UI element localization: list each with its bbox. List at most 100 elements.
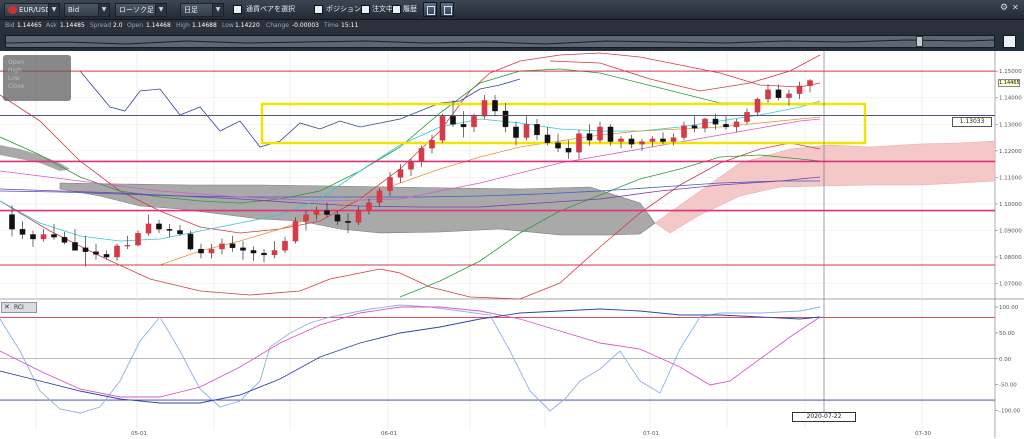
price-type-dropdown[interactable]: Bid ▼ bbox=[64, 3, 110, 17]
indicator-lines bbox=[0, 52, 821, 300]
x-tick-05-01: 05-01 bbox=[131, 431, 147, 437]
candle-up bbox=[576, 133, 582, 153]
candle-down bbox=[166, 229, 173, 231]
candle-down bbox=[250, 250, 257, 254]
candle-up bbox=[481, 100, 488, 117]
candle-down bbox=[177, 230, 183, 235]
position-checkbox[interactable] bbox=[314, 5, 323, 14]
high-label: High bbox=[176, 22, 190, 29]
cloud-bull-area bbox=[654, 140, 996, 234]
candle-down bbox=[492, 100, 498, 112]
crosshair-date-tag: 2020-07-22 bbox=[792, 412, 856, 422]
candle-down bbox=[30, 234, 36, 240]
candle-up bbox=[702, 118, 708, 129]
toolbar: EUR/USD ▼ Bid ▼ ローソク足 ▼ 日足 ▼ 通貨ペアを選択 ポジシ… bbox=[0, 0, 1024, 20]
candle-up bbox=[135, 232, 141, 246]
candle-down bbox=[534, 124, 540, 136]
candle-down bbox=[586, 133, 593, 141]
rci-tick-label: 100.00 bbox=[999, 305, 1019, 311]
price-tick-label: 1.09000 bbox=[999, 228, 1022, 234]
candle-down bbox=[324, 210, 330, 215]
position-label: ポジション bbox=[326, 5, 361, 13]
period-value: 日足 bbox=[184, 6, 198, 14]
candle-up bbox=[786, 93, 792, 98]
price-tick-label: 1.07000 bbox=[999, 282, 1022, 288]
rci-panel-tab[interactable]: ✕ RCI bbox=[1, 302, 37, 313]
change-value: -0.00003 bbox=[292, 22, 319, 29]
candle-down bbox=[513, 126, 519, 138]
candle-up bbox=[376, 190, 383, 203]
candle-down bbox=[691, 125, 698, 129]
candle-up bbox=[397, 169, 404, 178]
candle-up bbox=[124, 244, 131, 247]
candle-down bbox=[723, 124, 729, 128]
bid-value: 1.14465 bbox=[17, 22, 42, 29]
bid-label: Bid bbox=[5, 22, 15, 29]
indicator-line-3 bbox=[0, 68, 821, 204]
close-icon[interactable]: ✕ bbox=[4, 303, 10, 312]
chevron-down-icon: ▼ bbox=[98, 4, 109, 16]
candle-down bbox=[555, 142, 561, 149]
candle-up bbox=[114, 245, 120, 258]
navigator-scrollbar[interactable] bbox=[5, 35, 995, 48]
x-tick-07-30: 07-30 bbox=[915, 431, 931, 437]
gear-icon[interactable]: ⚙ bbox=[1000, 3, 1010, 13]
ohlc-info-box: Open High Low Close bbox=[3, 55, 71, 101]
crosshair bbox=[0, 51, 952, 423]
price-tick-label: 1.12000 bbox=[999, 149, 1022, 155]
orders-checkbox[interactable] bbox=[361, 5, 370, 14]
candle-up bbox=[744, 112, 750, 122]
candle-down bbox=[103, 254, 110, 258]
chart-settings-button[interactable] bbox=[423, 2, 437, 17]
last-price-tag: 1.14465 bbox=[998, 79, 1020, 87]
candle-up bbox=[145, 223, 152, 234]
navigator-handle[interactable] bbox=[916, 36, 923, 47]
candle-down bbox=[187, 233, 194, 250]
rci-label: RCI bbox=[14, 304, 24, 311]
navigator-bar bbox=[0, 32, 1024, 51]
spread-label: Spread bbox=[90, 22, 112, 29]
candle-up bbox=[807, 80, 813, 86]
navigator-end-button[interactable] bbox=[1003, 35, 1016, 48]
price-axis: 1.15000 1.14000 1.13000 1.12000 1.11000 1.100… bbox=[995, 69, 1022, 288]
select-pair-checkbox[interactable] bbox=[233, 5, 242, 14]
screenshot-button[interactable] bbox=[440, 2, 454, 17]
candle-up bbox=[366, 202, 372, 211]
period-dropdown[interactable]: 日足 ▼ bbox=[180, 3, 224, 17]
close-icon[interactable]: ✕ bbox=[1012, 3, 1022, 13]
rci-tick-label: 0.00 bbox=[999, 357, 1012, 363]
time-label: Time bbox=[324, 22, 339, 29]
candle-down bbox=[198, 248, 204, 254]
highlight-rectangle bbox=[260, 102, 867, 145]
indicator-line-10 bbox=[79, 70, 521, 148]
candle-up bbox=[208, 248, 215, 254]
candle-down bbox=[19, 229, 26, 235]
low-value: 1.14220 bbox=[235, 22, 260, 29]
candle-up bbox=[313, 210, 320, 215]
price-tick-label: 1.15000 bbox=[999, 69, 1022, 75]
symbol-value: EUR/USD bbox=[19, 6, 51, 14]
chart-area[interactable]: 1.15000 1.14000 1.13000 1.12000 1.11000 1.100… bbox=[0, 51, 1024, 439]
ohlc-open-label: Open bbox=[8, 59, 25, 66]
cloud-bear-area-left bbox=[0, 145, 70, 171]
change-label: Change bbox=[266, 22, 289, 29]
rci-tick-label: -50.00 bbox=[999, 383, 1017, 389]
candle-up bbox=[219, 243, 225, 250]
chart-type-dropdown[interactable]: ローソク足 ▼ bbox=[115, 3, 167, 17]
candle-down bbox=[61, 236, 68, 243]
history-checkbox[interactable] bbox=[392, 5, 401, 14]
x-tick-06-01: 06-01 bbox=[381, 431, 397, 437]
candle-down bbox=[334, 214, 341, 222]
high-value: 1.14688 bbox=[192, 22, 217, 29]
flag-icon bbox=[8, 6, 17, 14]
chevron-down-icon: ▼ bbox=[155, 4, 166, 16]
candle-down bbox=[51, 234, 57, 238]
candle-down bbox=[660, 138, 666, 142]
price-tick-label: 1.14000 bbox=[999, 96, 1022, 102]
symbol-dropdown[interactable]: EUR/USD ▼ bbox=[4, 3, 60, 17]
highlight-box bbox=[260, 102, 867, 145]
candle-up bbox=[649, 138, 656, 142]
price-tick-label: 1.13000 bbox=[999, 122, 1022, 128]
candle-up bbox=[439, 116, 446, 141]
candle-down bbox=[240, 247, 246, 251]
